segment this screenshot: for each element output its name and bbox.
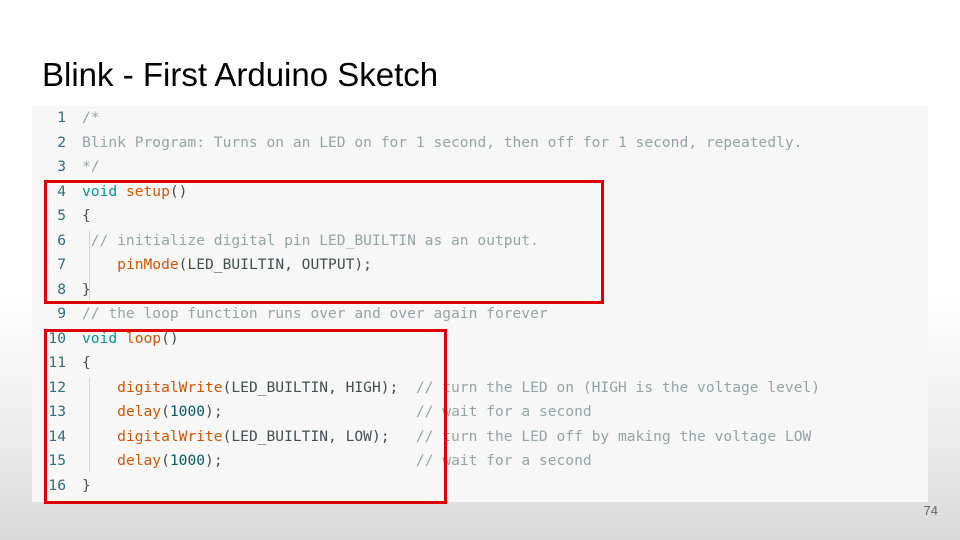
code-token: // turn the LED off by making the voltag…	[389, 427, 812, 445]
line-number: 9	[57, 305, 66, 322]
code-token: // turn the LED on (HIGH is the voltage …	[398, 378, 821, 396]
code-token: /*	[82, 109, 100, 126]
code-token: */	[82, 158, 100, 175]
code-text: */	[82, 155, 100, 179]
loop-function-highlight-box	[44, 329, 447, 504]
code-line: 1 /*	[32, 106, 928, 130]
line-number: 1	[57, 109, 66, 126]
code-text: // the loop function runs over and over …	[82, 302, 548, 326]
code-token: Blink Program: Turns on an LED on for 1 …	[82, 133, 803, 151]
setup-function-highlight-box	[44, 180, 604, 304]
line-number: 3	[57, 158, 66, 175]
code-line: 9 // the loop function runs over and over…	[32, 302, 928, 326]
page-number: 74	[923, 503, 938, 518]
line-number: 2	[57, 133, 66, 151]
code-text: /*	[82, 106, 100, 130]
slide-title: Blink - First Arduino Sketch	[42, 56, 439, 93]
code-line: 3 */	[32, 155, 928, 179]
code-text: Blink Program: Turns on an LED on for 1 …	[82, 131, 802, 155]
code-token: // the loop function runs over and over …	[82, 305, 548, 322]
code-line: 2 Blink Program: Turns on an LED on for 1…	[32, 131, 928, 155]
